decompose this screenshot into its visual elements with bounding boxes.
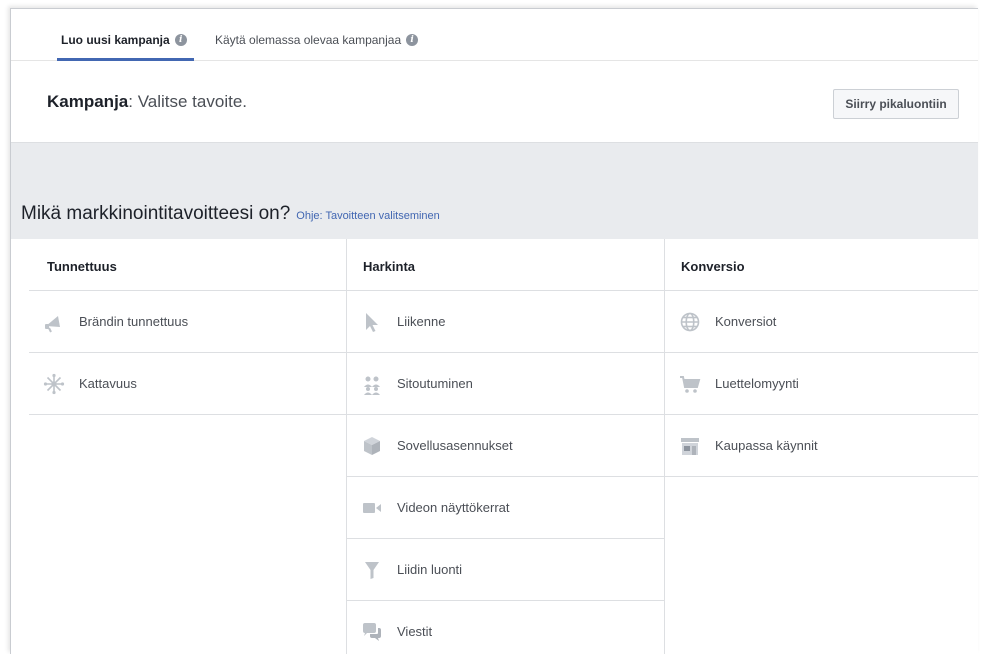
objective-label: Konversiot — [715, 314, 777, 329]
objective-brand-awareness[interactable]: Brändin tunnettuus — [29, 291, 346, 353]
objective-lead-generation[interactable]: Liidin luonti — [347, 539, 664, 601]
objective-catalog-sales[interactable]: Luettelomyynti — [665, 353, 978, 415]
column-heading: Konversio — [665, 239, 978, 291]
people-icon — [361, 373, 383, 395]
megaphone-icon — [43, 311, 65, 333]
objective-conversions[interactable]: Konversiot — [665, 291, 978, 353]
objective-engagement[interactable]: Sitoutuminen — [347, 353, 664, 415]
cube-icon — [361, 435, 383, 457]
objective-store-visits[interactable]: Kaupassa käynnit — [665, 415, 978, 477]
campaign-header: Kampanja: Valitse tavoite. Siirry pikalu… — [11, 62, 978, 142]
column-conversion: Konversio Konversiot Luettelomyynti Kaup… — [664, 239, 978, 654]
campaign-subtitle: : Valitse tavoite. — [128, 92, 247, 111]
objective-question-band: Mikä markkinointitavoitteesi on? Ohje: Ta… — [11, 142, 978, 239]
objective-label: Kattavuus — [79, 376, 137, 391]
objective-reach[interactable]: Kattavuus — [29, 353, 346, 415]
objective-label: Videon näyttökerrat — [397, 500, 510, 515]
objective-video-views[interactable]: Videon näyttökerrat — [347, 477, 664, 539]
help-link[interactable]: Ohje: Tavoitteen valitseminen — [296, 210, 440, 222]
objective-label: Sitoutuminen — [397, 376, 473, 391]
objective-grid: Tunnettuus Brändin tunnettuus Kattavuus … — [29, 239, 978, 654]
objective-label: Sovellusasennukset — [397, 438, 513, 453]
info-icon[interactable]: i — [406, 34, 419, 46]
tab-create-new-campaign[interactable]: Luo uusi kampanja i — [61, 33, 187, 47]
objective-label: Brändin tunnettuus — [79, 314, 189, 329]
shopping-cart-icon — [679, 373, 701, 395]
column-heading: Tunnettuus — [29, 239, 346, 291]
chat-bubbles-icon — [361, 621, 383, 643]
objective-question: Mikä markkinointitavoitteesi on? Ohje: Ta… — [21, 203, 440, 225]
campaign-label: Kampanja — [47, 92, 129, 111]
reach-icon — [43, 373, 65, 395]
column-heading: Harkinta — [347, 239, 664, 291]
objective-label: Liikenne — [397, 314, 446, 329]
video-camera-icon — [361, 497, 383, 519]
objective-label: Luettelomyynti — [715, 376, 799, 391]
objective-label: Kaupassa käynnit — [715, 438, 818, 453]
objective-messages[interactable]: Viestit — [347, 601, 664, 654]
funnel-icon — [361, 559, 383, 581]
column-awareness: Tunnettuus Brändin tunnettuus Kattavuus — [29, 239, 346, 654]
tab-use-existing-campaign[interactable]: Käytä olemassa olevaa kampanjaa i — [215, 33, 419, 47]
objective-label: Viestit — [397, 624, 433, 639]
page-title: Kampanja: Valitse tavoite. — [47, 92, 247, 112]
tab-bar: Luo uusi kampanja i Käytä olemassa oleva… — [11, 9, 978, 61]
store-icon — [679, 435, 701, 457]
objective-app-installs[interactable]: Sovellusasennukset — [347, 415, 664, 477]
column-consideration: Harkinta Liikenne Sitoutuminen Sovellusa… — [346, 239, 664, 654]
question-text: Mikä markkinointitavoitteesi on? — [21, 203, 291, 224]
tab-label: Käytä olemassa olevaa kampanjaa — [215, 33, 402, 47]
active-tab-indicator — [57, 58, 194, 61]
tab-label: Luo uusi kampanja — [61, 33, 170, 47]
objective-label: Liidin luonti — [397, 562, 463, 577]
info-icon[interactable]: i — [174, 34, 187, 46]
globe-icon — [679, 311, 701, 333]
quick-creation-button[interactable]: Siirry pikaluontiin — [833, 89, 959, 119]
campaign-objective-panel: Luo uusi kampanja i Käytä olemassa oleva… — [10, 8, 978, 654]
objective-traffic[interactable]: Liikenne — [347, 291, 664, 353]
cursor-icon — [361, 311, 383, 333]
